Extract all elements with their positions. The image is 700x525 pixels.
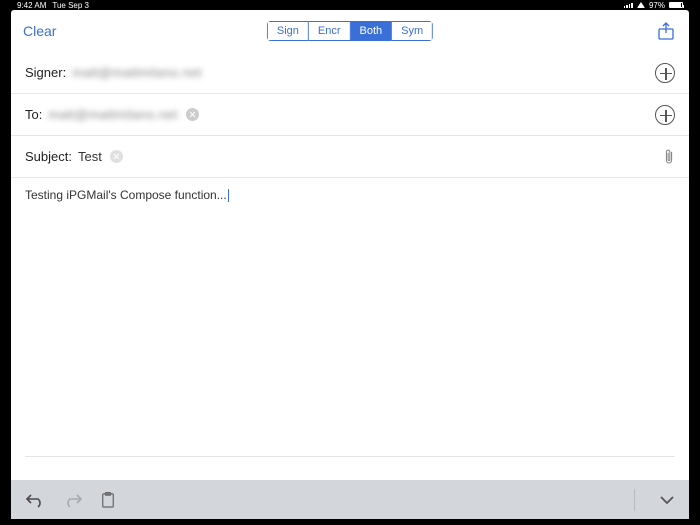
add-recipient-button[interactable] bbox=[655, 105, 675, 125]
battery-icon bbox=[669, 2, 683, 8]
subject-row: Subject: Test bbox=[11, 136, 689, 178]
dismiss-keyboard-button[interactable] bbox=[659, 495, 675, 505]
battery-percent: 97% bbox=[649, 1, 665, 10]
clear-to-button[interactable] bbox=[186, 108, 199, 121]
segment-sym[interactable]: Sym bbox=[392, 21, 433, 41]
clear-button[interactable]: Clear bbox=[23, 23, 56, 39]
undo-button[interactable] bbox=[25, 492, 45, 508]
status-time: 9:42 AM bbox=[17, 1, 46, 10]
segment-sign[interactable]: Sign bbox=[267, 21, 309, 41]
body-text: Testing iPGMail's Compose function... bbox=[25, 188, 227, 202]
mode-segmented-control: Sign Encr Both Sym bbox=[267, 21, 433, 41]
signer-row: Signer: matt@mattmilano.net bbox=[11, 52, 689, 94]
attachment-button[interactable] bbox=[663, 147, 675, 167]
segment-both[interactable]: Both bbox=[351, 21, 393, 41]
to-label: To: bbox=[25, 107, 42, 122]
segment-encr[interactable]: Encr bbox=[309, 21, 351, 41]
add-signer-button[interactable] bbox=[655, 63, 675, 83]
share-button[interactable] bbox=[657, 22, 675, 40]
to-value[interactable]: matt@mattmilano.net bbox=[48, 107, 177, 122]
subject-value[interactable]: Test bbox=[78, 149, 102, 164]
keyboard-divider bbox=[634, 489, 635, 511]
keyboard-assistant-bar bbox=[11, 480, 689, 519]
to-row: To: matt@mattmilano.net bbox=[11, 94, 689, 136]
clear-subject-button[interactable] bbox=[110, 150, 123, 163]
subject-label: Subject: bbox=[25, 149, 72, 164]
wifi-icon bbox=[637, 2, 645, 8]
cellular-signal-icon bbox=[624, 3, 633, 8]
body-divider bbox=[25, 456, 675, 457]
redo-button[interactable] bbox=[63, 492, 83, 508]
status-date: Tue Sep 3 bbox=[52, 1, 89, 10]
text-cursor bbox=[228, 189, 229, 202]
message-body[interactable]: Testing iPGMail's Compose function... bbox=[11, 178, 689, 456]
signer-value[interactable]: matt@mattmilano.net bbox=[72, 65, 201, 80]
signer-label: Signer: bbox=[25, 65, 66, 80]
compose-window: Clear Sign Encr Both Sym Signer: matt@ma… bbox=[11, 10, 689, 480]
toolbar: Clear Sign Encr Both Sym bbox=[11, 10, 689, 52]
status-bar: 9:42 AM Tue Sep 3 97% bbox=[11, 0, 689, 10]
clipboard-button[interactable] bbox=[101, 492, 115, 508]
